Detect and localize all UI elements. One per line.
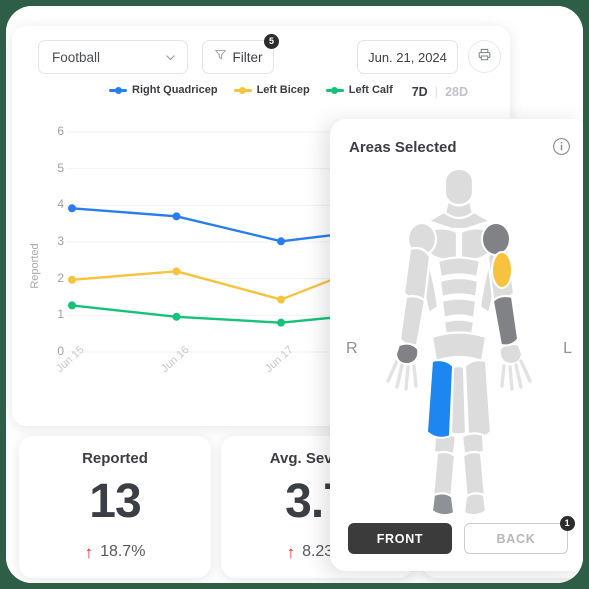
y-tick-label: 3 [57,234,64,248]
back-view-button[interactable]: BACK 1 [464,516,575,554]
app-background: Football Filter 5 Jun. 21, 2024 Right Qu… [6,6,583,583]
legend-swatch-icon [109,86,127,94]
y-tick-label: 5 [57,160,64,175]
range-toggle: 7D | 28D [412,84,468,99]
areas-panel-title: Areas Selected [349,139,457,156]
series-point [277,295,285,304]
back-view-label: BACK [496,531,536,546]
funnel-icon [214,48,227,66]
series-point [277,237,285,246]
stat-card-reported: Reported 13 ↑ 18.7% [19,436,211,578]
legend-item-0[interactable]: Right Quadricep [109,84,218,96]
highlight-left-bicep [491,251,513,289]
body-front-diagram[interactable] [352,165,566,535]
stat-delta-value: 18.7% [100,543,146,560]
arrow-up-icon: ↑ [286,542,296,562]
stat-delta: ↑ 18.7% [19,543,211,561]
range-separator: | [434,84,439,99]
legend-items: Right Quadricep Left Bicep Left Calf [109,84,393,96]
printer-icon [477,47,492,67]
legend-label-1: Left Bicep [256,84,310,96]
highlight-right-hand [394,342,420,366]
stat-value: 13 [89,475,141,528]
screen-root: Football Filter 5 Jun. 21, 2024 Right Qu… [0,0,589,589]
info-circle-icon[interactable] [552,137,571,156]
legend-item-2[interactable]: Left Calf [325,84,393,96]
sport-select-value: Football [52,49,101,65]
date-picker[interactable]: Jun. 21, 2024 [357,40,458,74]
range-7d[interactable]: 7D [412,85,428,99]
areas-selected-panel: Areas Selected R L FRONT BACK 1 [330,119,583,571]
y-tick-label: 1 [57,307,64,322]
filter-count-badge: 5 [264,34,279,49]
series-point [277,318,285,327]
chart-y-axis-label: Reported [29,243,41,289]
filter-button[interactable]: Filter 5 [202,34,279,74]
series-point [172,267,181,276]
front-view-button[interactable]: FRONT [348,523,452,554]
highlight-left-deltoid [481,222,511,256]
highlight-left-forearm [491,295,520,347]
filter-button-label: Filter [232,49,263,65]
y-tick-label: 6 [57,124,64,138]
app-frame: Football Filter 5 Jun. 21, 2024 Right Qu… [6,6,583,583]
chart-legend: Right Quadricep Left Bicep Left Calf 7D … [12,84,510,106]
legend-swatch-icon [233,86,252,94]
chevron-down-icon [164,51,177,64]
series-point [68,204,76,213]
y-tick-label: 4 [57,197,64,212]
view-toggle-group: FRONT BACK 1 [348,516,575,554]
series-point [68,301,76,310]
print-button[interactable] [468,40,501,73]
arrow-up-icon: ↑ [84,542,94,562]
back-count-badge: 1 [560,516,575,531]
highlight-right-quadricep [425,359,455,439]
range-28d[interactable]: 28D [445,85,468,99]
highlight-right-ankle [430,492,456,517]
y-tick-label: 2 [57,270,64,285]
legend-item-1[interactable]: Left Bicep [233,84,310,96]
sport-select[interactable]: Football [38,40,188,74]
stat-title: Reported [82,450,148,467]
series-point [68,275,76,284]
y-tick-label: 0 [57,344,64,358]
legend-swatch-icon [325,86,344,94]
legend-label-0: Right Quadricep [132,84,218,96]
series-point [172,312,181,321]
date-picker-value: Jun. 21, 2024 [368,49,447,65]
chart-toolbar: Football Filter 5 Jun. 21, 2024 [12,26,510,88]
series-point [172,212,181,221]
legend-label-2: Left Calf [348,84,393,96]
